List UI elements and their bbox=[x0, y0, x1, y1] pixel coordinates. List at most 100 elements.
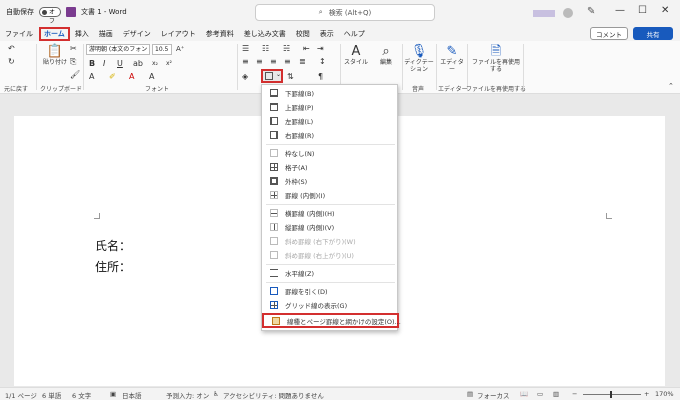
tab-design[interactable]: デザイン bbox=[118, 27, 156, 41]
read-mode-icon[interactable]: 📖 bbox=[520, 390, 528, 398]
tab-draw[interactable]: 描画 bbox=[94, 27, 118, 41]
multilevel-list-icon[interactable]: ☵ bbox=[283, 44, 290, 54]
menu-item-no-border[interactable]: 枠なし(N) bbox=[262, 147, 399, 159]
tab-mailings[interactable]: 差し込み文書 bbox=[239, 27, 291, 41]
reuse-files-button[interactable]: 🗎 ファイルを再使用する bbox=[471, 44, 521, 74]
editing-button[interactable]: ⌕ 編集 bbox=[373, 45, 399, 67]
menu-item-bottom-border[interactable]: 下罫線(B) bbox=[262, 87, 399, 99]
borders-button[interactable]: ⌄ bbox=[261, 69, 283, 83]
reuse-files-icon: 🗎 bbox=[490, 44, 502, 59]
text-predictions[interactable]: 予測入力: オン bbox=[166, 390, 209, 400]
bullets-icon[interactable]: ☰ bbox=[242, 44, 249, 54]
underline-button[interactable]: U bbox=[117, 59, 123, 69]
sort-icon[interactable]: ⇅ bbox=[287, 72, 294, 82]
align-left-icon[interactable]: ≡ bbox=[242, 57, 249, 67]
document-line-name[interactable]: 氏名： bbox=[95, 237, 131, 254]
superscript-icon[interactable]: x² bbox=[166, 59, 172, 69]
accessibility-status[interactable]: アクセシビリティ: 問題ありません bbox=[223, 390, 324, 400]
strikethrough-icon[interactable]: ab bbox=[133, 59, 143, 69]
dictation-button[interactable]: 🎙 ディクテーション bbox=[404, 45, 434, 74]
justify-icon[interactable]: ≡ bbox=[284, 57, 291, 67]
char-count[interactable]: 6 文字 bbox=[72, 390, 91, 400]
comment-button[interactable]: コメント bbox=[590, 27, 628, 40]
autosave-toggle[interactable]: オフ bbox=[39, 7, 61, 25]
word-count[interactable]: 6 単語 bbox=[42, 390, 61, 400]
redo-icon[interactable]: ↻ bbox=[8, 57, 15, 67]
menu-item-inside-horizontal[interactable]: 横罫線 (内側)(H) bbox=[262, 207, 399, 219]
styles-button[interactable]: A スタイル bbox=[343, 45, 369, 67]
zoom-out-icon[interactable]: − bbox=[572, 390, 577, 398]
zoom-in-icon[interactable]: + bbox=[644, 390, 649, 398]
menu-separator bbox=[266, 204, 395, 205]
maximize-button[interactable]: ☐ bbox=[638, 5, 647, 16]
char-shading-icon[interactable]: A bbox=[149, 72, 154, 82]
align-right-icon[interactable]: ≡ bbox=[270, 57, 277, 67]
numbering-icon[interactable]: ☷ bbox=[262, 44, 269, 54]
web-layout-icon[interactable]: ▥ bbox=[553, 390, 559, 398]
cut-icon[interactable]: ✂ bbox=[70, 44, 77, 54]
separator bbox=[83, 44, 84, 90]
menu-item-all-borders[interactable]: 格子(A) bbox=[262, 161, 399, 173]
bold-button[interactable]: B bbox=[89, 59, 95, 69]
line-spacing-icon[interactable]: ↕ bbox=[319, 57, 326, 67]
menu-item-top-border[interactable]: 上罫線(P) bbox=[262, 101, 399, 113]
italic-button[interactable]: I bbox=[103, 59, 105, 69]
menu-item-view-gridlines[interactable]: グリッド線の表示(G) bbox=[262, 299, 399, 311]
menu-item-inside-vertical[interactable]: 縦罫線 (内側)(V) bbox=[262, 221, 399, 233]
distributed-icon[interactable]: ≣ bbox=[299, 57, 306, 67]
tab-review[interactable]: 校閲 bbox=[291, 27, 315, 41]
shading-icon[interactable]: ◈ bbox=[242, 72, 248, 82]
font-size-select[interactable]: 10.5 bbox=[152, 44, 172, 55]
increase-indent-icon[interactable]: ⇥ bbox=[317, 44, 324, 54]
tab-references[interactable]: 参考資料 bbox=[201, 27, 239, 41]
document-line-address[interactable]: 住所： bbox=[95, 258, 131, 275]
menu-item-left-border[interactable]: 左罫線(L) bbox=[262, 115, 399, 127]
pen-icon[interactable]: ✎ bbox=[587, 6, 595, 17]
format-painter-icon[interactable]: 🖌 bbox=[70, 70, 80, 80]
page-count[interactable]: 1/1 ページ bbox=[5, 390, 37, 400]
search-box[interactable]: ⌕ 検索 (Alt+Q) bbox=[255, 4, 435, 21]
diagonal-up-border-icon bbox=[270, 251, 278, 259]
subscript-icon[interactable]: x₂ bbox=[152, 59, 158, 69]
print-layout-icon[interactable]: ▭ bbox=[537, 390, 543, 398]
user-name[interactable] bbox=[533, 10, 555, 17]
zoom-slider-handle[interactable] bbox=[610, 391, 612, 398]
menu-item-right-border[interactable]: 右罫線(R) bbox=[262, 129, 399, 141]
tab-layout[interactable]: レイアウト bbox=[156, 27, 201, 41]
tab-file[interactable]: ファイル bbox=[0, 27, 38, 41]
menu-item-draw-table[interactable]: 罫線を引く(D) bbox=[262, 285, 399, 297]
avatar[interactable] bbox=[563, 8, 573, 18]
tab-home[interactable]: ホーム bbox=[39, 26, 70, 41]
zoom-level[interactable]: 170% bbox=[655, 390, 674, 398]
highlight-icon[interactable]: ✐ bbox=[109, 72, 116, 82]
zoom-slider[interactable] bbox=[583, 394, 641, 395]
menu-item-borders-and-shading[interactable]: 線種とページ罫線と網かけの設定(O)... bbox=[262, 313, 401, 328]
text-effects-icon[interactable]: A bbox=[89, 72, 94, 82]
focus-mode[interactable]: フォーカス bbox=[477, 390, 510, 400]
decrease-indent-icon[interactable]: ⇤ bbox=[303, 44, 310, 54]
collapse-ribbon-icon[interactable]: ⌃ bbox=[668, 81, 674, 91]
tab-help[interactable]: ヘルプ bbox=[339, 27, 370, 41]
save-icon[interactable] bbox=[66, 7, 76, 17]
menu-item-inside-borders[interactable]: 罫線 (内側)(I) bbox=[262, 189, 399, 201]
menu-item-diagonal-down: 斜め罫線 (右下がり)(W) bbox=[262, 235, 399, 247]
font-color-icon[interactable]: A bbox=[129, 72, 134, 82]
share-button[interactable]: 共有 bbox=[633, 27, 673, 40]
tab-view[interactable]: 表示 bbox=[315, 27, 339, 41]
language[interactable]: 日本語 bbox=[122, 390, 142, 400]
paste-button[interactable]: 📋 貼り付け bbox=[40, 45, 70, 67]
menu-item-outside-borders[interactable]: 外枠(S) bbox=[262, 175, 399, 187]
accessibility-icon: ♿ bbox=[213, 390, 219, 398]
align-center-icon[interactable]: ≡ bbox=[256, 57, 263, 67]
copy-icon[interactable]: ⎘ bbox=[70, 57, 76, 67]
grow-font-icon[interactable]: A⁺ bbox=[176, 44, 184, 54]
proofing-icon[interactable]: ▣ bbox=[110, 390, 116, 398]
font-name-select[interactable]: 游明朝 (本文のフォント - 日本語) bbox=[86, 44, 150, 55]
minimize-button[interactable]: — bbox=[615, 5, 625, 16]
menu-item-horizontal-line[interactable]: 水平線(Z) bbox=[262, 267, 399, 279]
editor-button[interactable]: ✎ エディター bbox=[438, 45, 466, 74]
close-button[interactable]: ✕ bbox=[661, 5, 669, 16]
show-marks-icon[interactable]: ¶ bbox=[318, 72, 323, 82]
undo-icon[interactable]: ↶ bbox=[8, 44, 15, 54]
tab-insert[interactable]: 挿入 bbox=[70, 27, 94, 41]
